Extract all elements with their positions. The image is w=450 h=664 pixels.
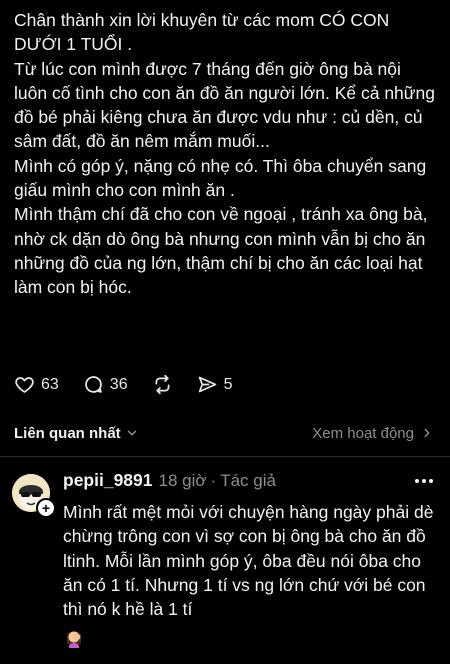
view-activity-label: Xem hoạt động <box>312 424 414 442</box>
post-paragraph: Mình có góp ý, nặng có nhẹ có. Thì ôba c… <box>14 155 427 201</box>
share-button[interactable]: 5 <box>197 374 233 395</box>
post: Chân thành xin lời khuyên từ các mom CÓ … <box>14 8 438 300</box>
like-count: 63 <box>41 375 59 393</box>
post-actions: 63 36 5 <box>14 374 257 395</box>
reply-text: Mình rất mệt mỏi với chuyện hàng ngày ph… <box>63 502 434 620</box>
author-tag: Tác giả <box>220 471 276 490</box>
woman-facepalming-icon <box>67 631 81 648</box>
reply-time: 18 giờ <box>158 471 207 490</box>
follow-plus-icon[interactable]: + <box>36 498 56 518</box>
reply-header: pepii_9891 18 giờ · Tác giả <box>63 470 276 491</box>
sort-label: Liên quan nhất <box>14 424 121 442</box>
post-body: Chân thành xin lời khuyên từ các mom CÓ … <box>14 8 438 300</box>
related-bar: Liên quan nhất Xem hoạt động <box>0 410 450 456</box>
chevron-down-icon <box>127 430 136 436</box>
heart-icon <box>15 377 34 393</box>
repost-button[interactable] <box>152 374 173 395</box>
repost-icon <box>155 374 170 395</box>
comment-count: 36 <box>109 375 128 393</box>
share-count: 5 <box>223 375 233 393</box>
like-button[interactable]: 63 <box>14 374 59 395</box>
reply-username[interactable]: pepii_9891 <box>63 470 153 491</box>
more-dots-icon[interactable] <box>414 478 434 484</box>
reply-separator: · <box>210 471 217 490</box>
post-paragraph: Từ lúc con mình được 7 tháng đến giờ ông… <box>14 58 435 152</box>
view-activity-link[interactable]: Xem hoạt động <box>312 425 434 442</box>
comment-button[interactable]: 36 <box>83 374 128 395</box>
divider <box>0 456 450 457</box>
chevron-right-icon <box>424 428 430 438</box>
post-paragraph: Chân thành xin lời khuyên từ các mom CÓ … <box>14 10 390 55</box>
send-icon <box>198 376 216 393</box>
post-paragraph: Mình thậm chí đã cho con về ngoại , trán… <box>14 204 428 298</box>
comment-bubble-icon <box>85 376 102 393</box>
sort-dropdown[interactable]: Liên quan nhất <box>14 425 139 442</box>
